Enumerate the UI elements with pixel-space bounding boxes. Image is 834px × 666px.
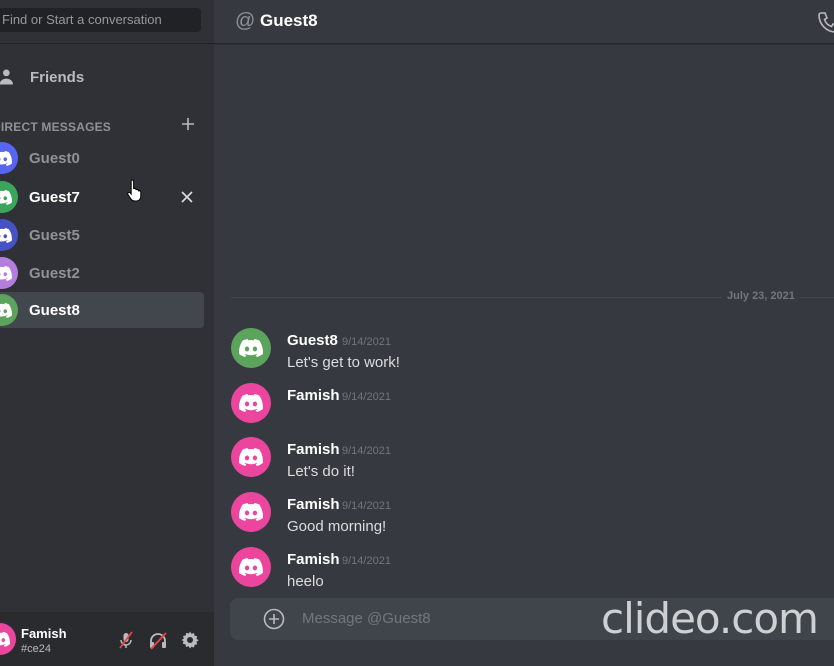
message-author[interactable]: Famish — [287, 441, 340, 458]
message-timestamp: 9/14/2021 — [342, 500, 391, 512]
message-text: Let's get to work! — [287, 354, 400, 371]
dm-item[interactable]: Guest5 — [0, 217, 204, 253]
message: Famish 9/14/2021 Let's do it! — [231, 437, 831, 487]
message-text: Let's do it! — [287, 463, 355, 480]
user-panel: Famish #ce24 — [0, 612, 214, 666]
discord-logo-icon — [0, 227, 12, 243]
user-tag: #ce24 — [21, 643, 51, 655]
discord-logo-icon — [239, 503, 263, 521]
person-wave-icon — [0, 69, 13, 85]
dm-name: Guest0 — [29, 149, 80, 167]
discord-logo-icon — [0, 189, 12, 205]
avatar[interactable] — [0, 623, 16, 655]
avatar — [0, 257, 18, 289]
date-divider-label: July 23, 2021 — [722, 290, 800, 302]
discord-logo-icon — [0, 302, 12, 318]
watermark: clideo.com — [601, 594, 819, 643]
plus-circle-icon[interactable] — [263, 608, 285, 630]
message: Famish 9/14/2021 heelo — [231, 547, 831, 597]
dm-name: Guest5 — [29, 226, 80, 244]
avatar — [0, 181, 18, 213]
avatar — [0, 294, 18, 326]
microphone-muted-icon[interactable] — [116, 630, 136, 650]
username: Famish — [21, 626, 67, 641]
dm-item[interactable]: Guest2 — [0, 255, 204, 291]
friends-nav-item[interactable]: Friends — [0, 60, 204, 94]
discord-logo-icon — [239, 339, 263, 357]
plus-icon[interactable] — [180, 116, 196, 132]
avatar[interactable] — [231, 328, 271, 368]
message: Guest8 9/14/2021 Let's get to work! — [231, 328, 831, 378]
page-title: Guest8 — [260, 11, 318, 30]
search-input[interactable]: Find or Start a conversation — [0, 8, 201, 32]
message-author[interactable]: Famish — [287, 551, 340, 568]
dm-header: DIRECT MESSAGES — [0, 118, 204, 134]
gear-icon[interactable] — [180, 630, 200, 650]
message-timestamp: 9/14/2021 — [342, 391, 391, 403]
avatar[interactable] — [231, 383, 271, 423]
close-icon[interactable] — [180, 190, 194, 204]
at-symbol: @ — [235, 10, 256, 32]
avatar[interactable] — [231, 492, 271, 532]
message-timestamp: 9/14/2021 — [342, 336, 391, 348]
friends-label: Friends — [30, 68, 85, 86]
channel-header: @ Guest8 — [214, 0, 834, 44]
discord-logo-icon — [0, 265, 12, 281]
discord-app: Find or Start a conversation Friends DIR… — [0, 0, 834, 666]
discord-logo-icon — [239, 558, 263, 576]
dm-item[interactable]: Guest7 — [0, 179, 204, 215]
phone-icon[interactable] — [817, 10, 834, 34]
message: Famish 9/14/2021 Good morning! — [231, 492, 831, 542]
message-text: Good morning! — [287, 518, 387, 535]
message-author[interactable]: Famish — [287, 387, 340, 404]
message-author[interactable]: Guest8 — [287, 332, 338, 349]
avatar — [0, 142, 18, 174]
avatar[interactable] — [231, 547, 271, 587]
dm-item[interactable]: Guest0 — [0, 140, 204, 176]
message-timestamp: 9/14/2021 — [342, 555, 391, 567]
message-timestamp: 9/14/2021 — [342, 445, 391, 457]
sidebar: Find or Start a conversation Friends DIR… — [0, 0, 214, 666]
message-author[interactable]: Famish — [287, 496, 340, 513]
discord-logo-icon — [0, 631, 10, 647]
dm-name: Guest8 — [29, 301, 80, 319]
hand-pointer-icon — [126, 178, 144, 207]
search-bar: Find or Start a conversation — [0, 0, 214, 44]
discord-logo-icon — [239, 394, 263, 412]
message-text: heelo — [287, 573, 324, 590]
dm-item[interactable]: Guest8 — [0, 292, 204, 328]
avatar[interactable] — [231, 437, 271, 477]
dm-name: Guest7 — [29, 188, 80, 206]
dm-header-label: DIRECT MESSAGES — [0, 120, 112, 134]
message: Famish 9/14/2021 — [231, 383, 831, 433]
discord-logo-icon — [239, 448, 263, 466]
message-input[interactable]: Message @Guest8 — [302, 610, 431, 627]
discord-logo-icon — [0, 150, 12, 166]
avatar — [0, 219, 18, 251]
dm-name: Guest2 — [29, 264, 80, 282]
headphones-deafened-icon[interactable] — [148, 630, 168, 650]
